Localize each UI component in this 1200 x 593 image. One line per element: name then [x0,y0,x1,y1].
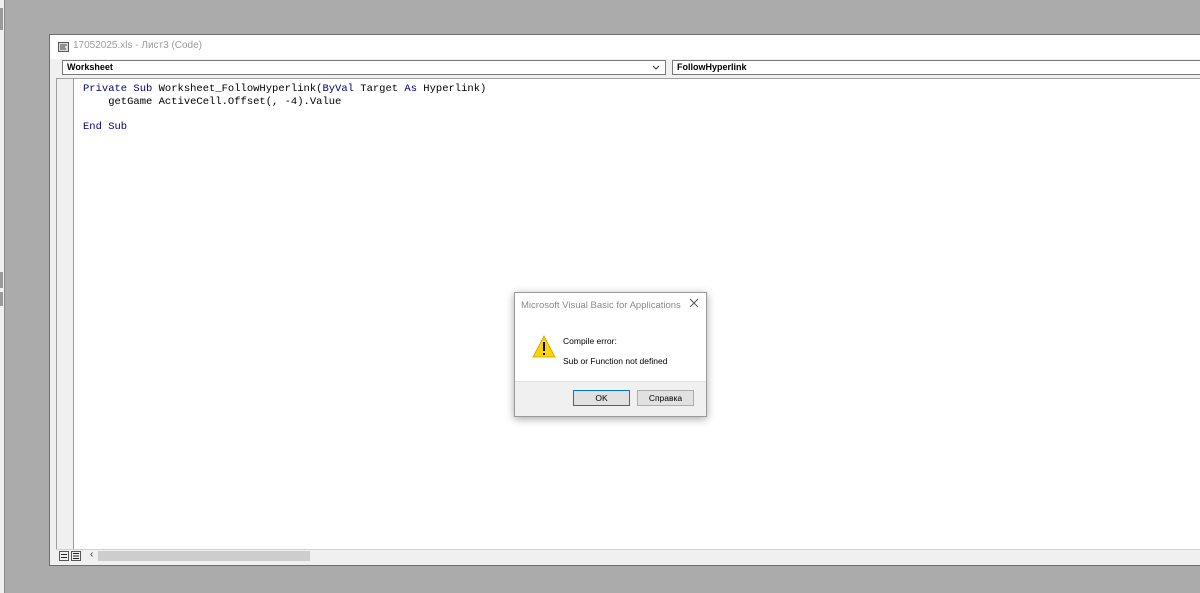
help-button[interactable]: Справка [637,390,694,406]
close-icon[interactable] [689,298,699,308]
chevron-down-icon[interactable] [650,61,662,74]
code-line[interactable] [83,108,486,121]
procedure-dropdown[interactable]: FollowHyperlink [672,60,1200,75]
error-message: Sub or Function not defined [563,356,668,366]
code-token: Target [353,83,405,95]
horizontal-scrollbar-thumb[interactable] [98,551,310,561]
code-keyword: As [404,83,417,95]
code-text[interactable]: Private Sub Worksheet_FollowHyperlink(By… [83,83,486,133]
code-window-titlebar[interactable]: 17052025.xls - Лист3 (Code) [50,35,1200,59]
warning-icon [532,335,556,358]
code-token: Hyperlink) [417,83,487,95]
error-title: Compile error: [563,336,617,346]
code-line[interactable]: Private Sub Worksheet_FollowHyperlink(By… [83,83,486,96]
code-keyword: End Sub [83,120,128,133]
full-module-view-icon[interactable] [71,551,81,561]
code-line[interactable]: End Sub [83,121,486,134]
procedure-dropdown-value: FollowHyperlink [677,62,747,72]
object-dropdown[interactable]: Worksheet [62,60,666,75]
procedure-view-icon[interactable] [59,551,69,561]
code-module-icon [58,42,69,52]
ide-left-edge [0,0,5,593]
code-window-title: 17052025.xls - Лист3 (Code) [73,40,203,51]
dialog-title: Microsoft Visual Basic for Applications [521,300,681,311]
code-keyword: ByVal [322,83,354,95]
code-token: Worksheet_FollowHyperlink( [152,83,323,95]
margin-indicator-bar[interactable] [57,79,74,550]
object-dropdown-value: Worksheet [67,62,113,72]
code-line[interactable]: getGame ActiveCell.Offset(, -4).Value [83,96,486,109]
compile-error-dialog[interactable]: Microsoft Visual Basic for Applications … [514,292,707,417]
scroll-left-arrow-icon[interactable]: ‹ [90,549,93,560]
dialog-button-area: OK Справка [515,381,706,416]
editor-bottom-bar: ‹ [56,549,1200,562]
code-token: getGame ActiveCell.Offset(, -4).Value [83,95,342,108]
ok-button[interactable]: OK [573,390,630,406]
code-keyword: Private Sub [83,83,153,95]
